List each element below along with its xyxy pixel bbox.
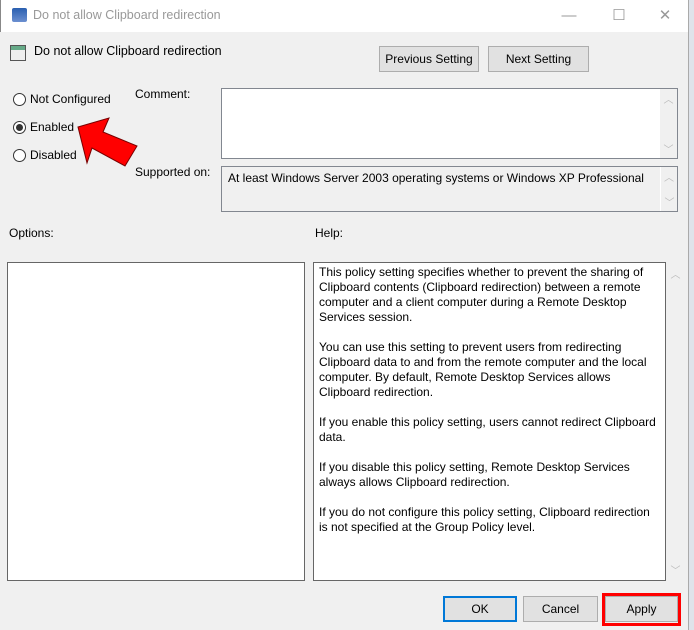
app-icon bbox=[12, 8, 27, 22]
help-paragraph: If you do not configure this policy sett… bbox=[319, 505, 650, 534]
scroll-up-icon: ︿ bbox=[664, 173, 674, 184]
radio-disabled[interactable] bbox=[13, 149, 26, 162]
scrollbar[interactable]: ︿ ﹀ bbox=[660, 167, 677, 211]
supported-on-value: At least Windows Server 2003 operating s… bbox=[228, 171, 644, 185]
scroll-down-icon: ﹀ bbox=[670, 566, 681, 577]
help-paragraph: If you enable this policy setting, users… bbox=[319, 415, 656, 444]
help-label: Help: bbox=[315, 226, 344, 240]
maximize-button[interactable]: ☐ bbox=[609, 6, 629, 26]
comment-textarea[interactable]: ︿ ﹀ bbox=[221, 88, 678, 159]
next-setting-button[interactable]: Next Setting bbox=[488, 46, 589, 72]
options-panel bbox=[7, 262, 305, 581]
radio-label: Enabled bbox=[30, 120, 75, 134]
apply-highlight-box bbox=[602, 593, 681, 626]
scroll-up-icon: ︿ bbox=[663, 95, 674, 106]
previous-setting-button[interactable]: Previous Setting bbox=[379, 46, 479, 72]
comment-label: Comment: bbox=[135, 87, 191, 101]
supported-on-label: Supported on: bbox=[135, 165, 211, 179]
help-scrollbar[interactable]: ︿ ﹀ bbox=[666, 262, 685, 581]
ok-button[interactable]: OK bbox=[443, 596, 517, 622]
policy-icon bbox=[10, 45, 26, 61]
minimize-button[interactable]: — bbox=[559, 6, 579, 26]
radio-label: Disabled bbox=[30, 148, 77, 162]
background-window-edge bbox=[688, 0, 694, 630]
help-paragraph: You can use this setting to prevent user… bbox=[319, 340, 647, 399]
cancel-button[interactable]: Cancel bbox=[523, 596, 598, 622]
help-paragraph: If you disable this policy setting, Remo… bbox=[319, 460, 630, 489]
scroll-down-icon: ﹀ bbox=[663, 145, 674, 156]
radio-label: Not Configured bbox=[30, 92, 111, 106]
radio-enabled[interactable] bbox=[13, 121, 26, 134]
help-paragraph: This policy setting specifies whether to… bbox=[319, 265, 644, 324]
scroll-down-icon: ﹀ bbox=[664, 198, 675, 209]
close-button[interactable]: ✕ bbox=[655, 6, 675, 26]
options-label: Options: bbox=[9, 226, 54, 240]
help-panel: This policy setting specifies whether to… bbox=[313, 262, 666, 581]
window-title: Do not allow Clipboard redirection bbox=[33, 8, 221, 22]
scrollbar[interactable]: ︿ ﹀ bbox=[660, 89, 677, 158]
radio-not-configured[interactable] bbox=[13, 93, 26, 106]
supported-on-field: At least Windows Server 2003 operating s… bbox=[221, 166, 678, 212]
scroll-up-icon: ︿ bbox=[670, 270, 681, 281]
red-arrow-shape bbox=[77, 117, 138, 167]
policy-title: Do not allow Clipboard redirection bbox=[34, 44, 222, 58]
